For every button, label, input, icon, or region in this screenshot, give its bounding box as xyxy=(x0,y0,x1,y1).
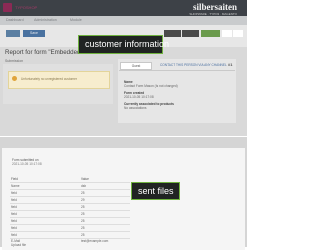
row-divider xyxy=(10,182,130,183)
table-row-value: 25 xyxy=(81,191,85,195)
badge-label: sent files xyxy=(138,186,174,196)
table-row-value: dsb xyxy=(81,184,87,188)
table-row-value: 25 xyxy=(81,233,85,237)
row-divider xyxy=(10,203,130,204)
table-row-field: Upload file xyxy=(11,243,27,247)
table-row-value: 29 xyxy=(81,198,85,202)
customer-information-badge: customer information xyxy=(78,35,169,54)
table-row-value: 25 xyxy=(81,205,85,209)
table-row-field: field xyxy=(11,233,17,237)
row-divider xyxy=(10,231,130,232)
column-header-field: Field xyxy=(11,177,18,181)
row-divider xyxy=(10,238,130,239)
divider xyxy=(119,70,235,71)
table-row-field: field xyxy=(11,191,17,195)
toolbar-action-button[interactable] xyxy=(182,30,199,37)
toolbar-confirm-button[interactable] xyxy=(201,30,220,37)
customer-field-value: Contact Form Mason (Is not changed) xyxy=(124,84,178,88)
app-logo-icon[interactable] xyxy=(3,3,12,12)
sent-files-badge: sent files xyxy=(131,182,180,200)
customer-count: #1 xyxy=(228,62,233,67)
table-row-value: 25 xyxy=(81,226,85,230)
table-row-field: field xyxy=(11,226,17,230)
table-row-field: field xyxy=(11,212,17,216)
column-header-value: Value xyxy=(81,177,89,181)
app-title: TYPOSHOP xyxy=(15,5,38,10)
brand-logo: silbersaiten SHOPWARE · TYPO3 · MAGENTO xyxy=(152,2,237,16)
table-row-field: Name xyxy=(11,184,20,188)
badge-label: customer information xyxy=(85,39,170,49)
table-row-value: 25 xyxy=(81,212,85,216)
row-divider xyxy=(10,210,130,211)
customer-field-value: 2021-10-05 10:17:08 xyxy=(124,95,154,99)
toolbar-action-button[interactable] xyxy=(164,30,181,37)
table-row-value: test@example.com xyxy=(81,239,109,243)
tab-guest[interactable]: Guest xyxy=(120,62,152,70)
menu-item-dashboard[interactable]: Dashboard xyxy=(6,18,24,22)
table-row-field: field xyxy=(11,198,17,202)
menu-item-module[interactable]: Module xyxy=(70,18,82,22)
back-button[interactable] xyxy=(6,30,20,37)
table-row-field: field xyxy=(11,219,17,223)
save-button[interactable]: Save xyxy=(23,30,45,37)
submission-label: Submission xyxy=(5,59,24,63)
row-divider xyxy=(10,189,130,190)
row-divider xyxy=(10,224,130,225)
table-row-value: 25 xyxy=(81,219,85,223)
contact-link[interactable]: CONTACT THIS PERSON VIA ANY CHANNEL xyxy=(160,63,227,67)
row-divider xyxy=(10,196,130,197)
brand-name: silbersaiten xyxy=(193,2,237,12)
warning-text: Unfortunately no unregistered customer xyxy=(21,77,77,81)
row-divider xyxy=(10,217,130,218)
table-row-field: field xyxy=(11,205,17,209)
warning-icon xyxy=(12,76,17,81)
menu-item-administration[interactable]: Administration xyxy=(34,18,57,22)
toolbar-small-button[interactable] xyxy=(233,30,243,37)
customer-field-value: No associations xyxy=(124,106,147,110)
submitted-date: 2021-10-05 10:17:08 xyxy=(12,162,42,166)
toolbar-small-button[interactable] xyxy=(222,30,232,37)
